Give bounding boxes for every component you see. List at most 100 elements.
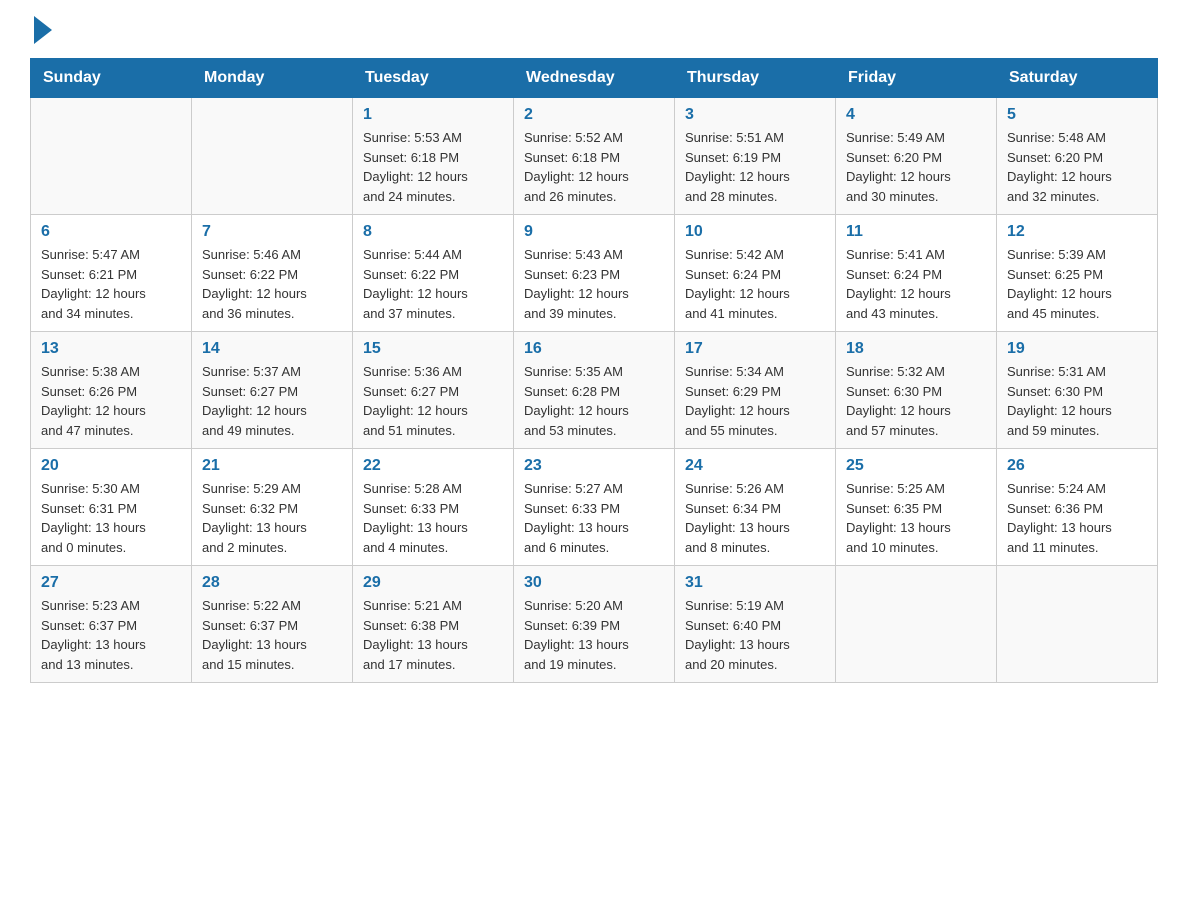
day-info: Sunrise: 5:29 AM Sunset: 6:32 PM Dayligh… <box>202 479 342 557</box>
calendar-cell: 27 Sunrise: 5:23 AM Sunset: 6:37 PM Dayli… <box>31 566 192 683</box>
day-number: 18 <box>846 340 986 358</box>
calendar-cell: 8 Sunrise: 5:44 AM Sunset: 6:22 PM Daylig… <box>353 215 514 332</box>
day-number: 8 <box>363 223 503 241</box>
calendar-cell: 18Sunrise: 5:32 AM Sunset: 6:30 PM Dayli… <box>836 332 997 449</box>
day-info: Sunrise: 5:27 AM Sunset: 6:33 PM Dayligh… <box>524 479 664 557</box>
calendar-week-row: 13Sunrise: 5:38 AM Sunset: 6:26 PM Dayli… <box>31 332 1158 449</box>
day-number: 29 <box>363 574 503 592</box>
weekday-header-saturday: Saturday <box>997 59 1158 98</box>
day-number: 3 <box>685 106 825 124</box>
calendar-cell: 20 Sunrise: 5:30 AM Sunset: 6:31 PM Dayli… <box>31 449 192 566</box>
day-number: 15 <box>363 340 503 358</box>
calendar-cell: 2 Sunrise: 5:52 AM Sunset: 6:18 PM Daylig… <box>514 98 675 215</box>
day-info: Sunrise: 5:47 AM Sunset: 6:21 PM Dayligh… <box>41 245 181 323</box>
day-info: Sunrise: 5:30 AM Sunset: 6:31 PM Dayligh… <box>41 479 181 557</box>
day-number: 27 <box>41 574 181 592</box>
calendar-cell: 15 Sunrise: 5:36 AM Sunset: 6:27 PM Dayli… <box>353 332 514 449</box>
day-number: 12 <box>1007 223 1147 241</box>
day-info: Sunrise: 5:42 AM Sunset: 6:24 PM Dayligh… <box>685 245 825 323</box>
day-info: Sunrise: 5:46 AM Sunset: 6:22 PM Dayligh… <box>202 245 342 323</box>
day-info: Sunrise: 5:53 AM Sunset: 6:18 PM Dayligh… <box>363 128 503 206</box>
day-number: 9 <box>524 223 664 241</box>
calendar-cell: 12 Sunrise: 5:39 AM Sunset: 6:25 PM Dayli… <box>997 215 1158 332</box>
calendar-cell <box>192 98 353 215</box>
day-info: Sunrise: 5:24 AM Sunset: 6:36 PM Dayligh… <box>1007 479 1147 557</box>
day-info: Sunrise: 5:39 AM Sunset: 6:25 PM Dayligh… <box>1007 245 1147 323</box>
day-info: Sunrise: 5:25 AM Sunset: 6:35 PM Dayligh… <box>846 479 986 557</box>
calendar-cell: 11 Sunrise: 5:41 AM Sunset: 6:24 PM Dayli… <box>836 215 997 332</box>
day-info: Sunrise: 5:48 AM Sunset: 6:20 PM Dayligh… <box>1007 128 1147 206</box>
calendar-week-row: 1 Sunrise: 5:53 AM Sunset: 6:18 PM Daylig… <box>31 98 1158 215</box>
calendar-cell: 28 Sunrise: 5:22 AM Sunset: 6:37 PM Dayli… <box>192 566 353 683</box>
calendar-week-row: 6 Sunrise: 5:47 AM Sunset: 6:21 PM Daylig… <box>31 215 1158 332</box>
day-info: Sunrise: 5:19 AM Sunset: 6:40 PM Dayligh… <box>685 596 825 674</box>
weekday-header-friday: Friday <box>836 59 997 98</box>
calendar-cell: 5 Sunrise: 5:48 AM Sunset: 6:20 PM Daylig… <box>997 98 1158 215</box>
calendar-cell: 31 Sunrise: 5:19 AM Sunset: 6:40 PM Dayli… <box>675 566 836 683</box>
day-number: 24 <box>685 457 825 475</box>
calendar-cell: 6 Sunrise: 5:47 AM Sunset: 6:21 PM Daylig… <box>31 215 192 332</box>
weekday-header-row: SundayMondayTuesdayWednesdayThursdayFrid… <box>31 59 1158 98</box>
page-header <box>30 20 1158 48</box>
day-info: Sunrise: 5:36 AM Sunset: 6:27 PM Dayligh… <box>363 362 503 440</box>
calendar-table: SundayMondayTuesdayWednesdayThursdayFrid… <box>30 58 1158 683</box>
day-info: Sunrise: 5:35 AM Sunset: 6:28 PM Dayligh… <box>524 362 664 440</box>
calendar-cell: 3 Sunrise: 5:51 AM Sunset: 6:19 PM Daylig… <box>675 98 836 215</box>
day-number: 10 <box>685 223 825 241</box>
calendar-cell: 4 Sunrise: 5:49 AM Sunset: 6:20 PM Daylig… <box>836 98 997 215</box>
calendar-cell: 1 Sunrise: 5:53 AM Sunset: 6:18 PM Daylig… <box>353 98 514 215</box>
day-info: Sunrise: 5:52 AM Sunset: 6:18 PM Dayligh… <box>524 128 664 206</box>
day-number: 23 <box>524 457 664 475</box>
day-info: Sunrise: 5:22 AM Sunset: 6:37 PM Dayligh… <box>202 596 342 674</box>
calendar-cell: 23 Sunrise: 5:27 AM Sunset: 6:33 PM Dayli… <box>514 449 675 566</box>
day-number: 1 <box>363 106 503 124</box>
calendar-cell <box>836 566 997 683</box>
day-number: 11 <box>846 223 986 241</box>
day-number: 28 <box>202 574 342 592</box>
calendar-cell: 22Sunrise: 5:28 AM Sunset: 6:33 PM Dayli… <box>353 449 514 566</box>
day-info: Sunrise: 5:37 AM Sunset: 6:27 PM Dayligh… <box>202 362 342 440</box>
day-number: 26 <box>1007 457 1147 475</box>
weekday-header-wednesday: Wednesday <box>514 59 675 98</box>
day-number: 2 <box>524 106 664 124</box>
day-info: Sunrise: 5:21 AM Sunset: 6:38 PM Dayligh… <box>363 596 503 674</box>
day-number: 20 <box>41 457 181 475</box>
day-number: 31 <box>685 574 825 592</box>
calendar-cell: 16 Sunrise: 5:35 AM Sunset: 6:28 PM Dayli… <box>514 332 675 449</box>
day-number: 5 <box>1007 106 1147 124</box>
calendar-cell: 30 Sunrise: 5:20 AM Sunset: 6:39 PM Dayli… <box>514 566 675 683</box>
day-info: Sunrise: 5:41 AM Sunset: 6:24 PM Dayligh… <box>846 245 986 323</box>
calendar-week-row: 20 Sunrise: 5:30 AM Sunset: 6:31 PM Dayli… <box>31 449 1158 566</box>
day-info: Sunrise: 5:28 AM Sunset: 6:33 PM Dayligh… <box>363 479 503 557</box>
calendar-cell <box>31 98 192 215</box>
calendar-cell: 21 Sunrise: 5:29 AM Sunset: 6:32 PM Dayli… <box>192 449 353 566</box>
day-info: Sunrise: 5:44 AM Sunset: 6:22 PM Dayligh… <box>363 245 503 323</box>
day-number: 6 <box>41 223 181 241</box>
calendar-cell: 29 Sunrise: 5:21 AM Sunset: 6:38 PM Dayli… <box>353 566 514 683</box>
logo-arrow-icon <box>34 16 52 44</box>
day-info: Sunrise: 5:23 AM Sunset: 6:37 PM Dayligh… <box>41 596 181 674</box>
day-info: Sunrise: 5:31 AM Sunset: 6:30 PM Dayligh… <box>1007 362 1147 440</box>
day-info: Sunrise: 5:38 AM Sunset: 6:26 PM Dayligh… <box>41 362 181 440</box>
calendar-cell: 17Sunrise: 5:34 AM Sunset: 6:29 PM Dayli… <box>675 332 836 449</box>
day-info: Sunrise: 5:49 AM Sunset: 6:20 PM Dayligh… <box>846 128 986 206</box>
day-info: Sunrise: 5:20 AM Sunset: 6:39 PM Dayligh… <box>524 596 664 674</box>
day-number: 21 <box>202 457 342 475</box>
calendar-cell: 19 Sunrise: 5:31 AM Sunset: 6:30 PM Dayli… <box>997 332 1158 449</box>
day-number: 14 <box>202 340 342 358</box>
day-number: 4 <box>846 106 986 124</box>
day-info: Sunrise: 5:51 AM Sunset: 6:19 PM Dayligh… <box>685 128 825 206</box>
day-info: Sunrise: 5:43 AM Sunset: 6:23 PM Dayligh… <box>524 245 664 323</box>
weekday-header-sunday: Sunday <box>31 59 192 98</box>
calendar-week-row: 27 Sunrise: 5:23 AM Sunset: 6:37 PM Dayli… <box>31 566 1158 683</box>
logo <box>30 30 52 48</box>
weekday-header-monday: Monday <box>192 59 353 98</box>
calendar-cell: 7Sunrise: 5:46 AM Sunset: 6:22 PM Daylig… <box>192 215 353 332</box>
day-number: 30 <box>524 574 664 592</box>
calendar-cell: 26 Sunrise: 5:24 AM Sunset: 6:36 PM Dayli… <box>997 449 1158 566</box>
calendar-cell <box>997 566 1158 683</box>
calendar-cell: 13Sunrise: 5:38 AM Sunset: 6:26 PM Dayli… <box>31 332 192 449</box>
day-number: 16 <box>524 340 664 358</box>
day-number: 19 <box>1007 340 1147 358</box>
calendar-cell: 24Sunrise: 5:26 AM Sunset: 6:34 PM Dayli… <box>675 449 836 566</box>
